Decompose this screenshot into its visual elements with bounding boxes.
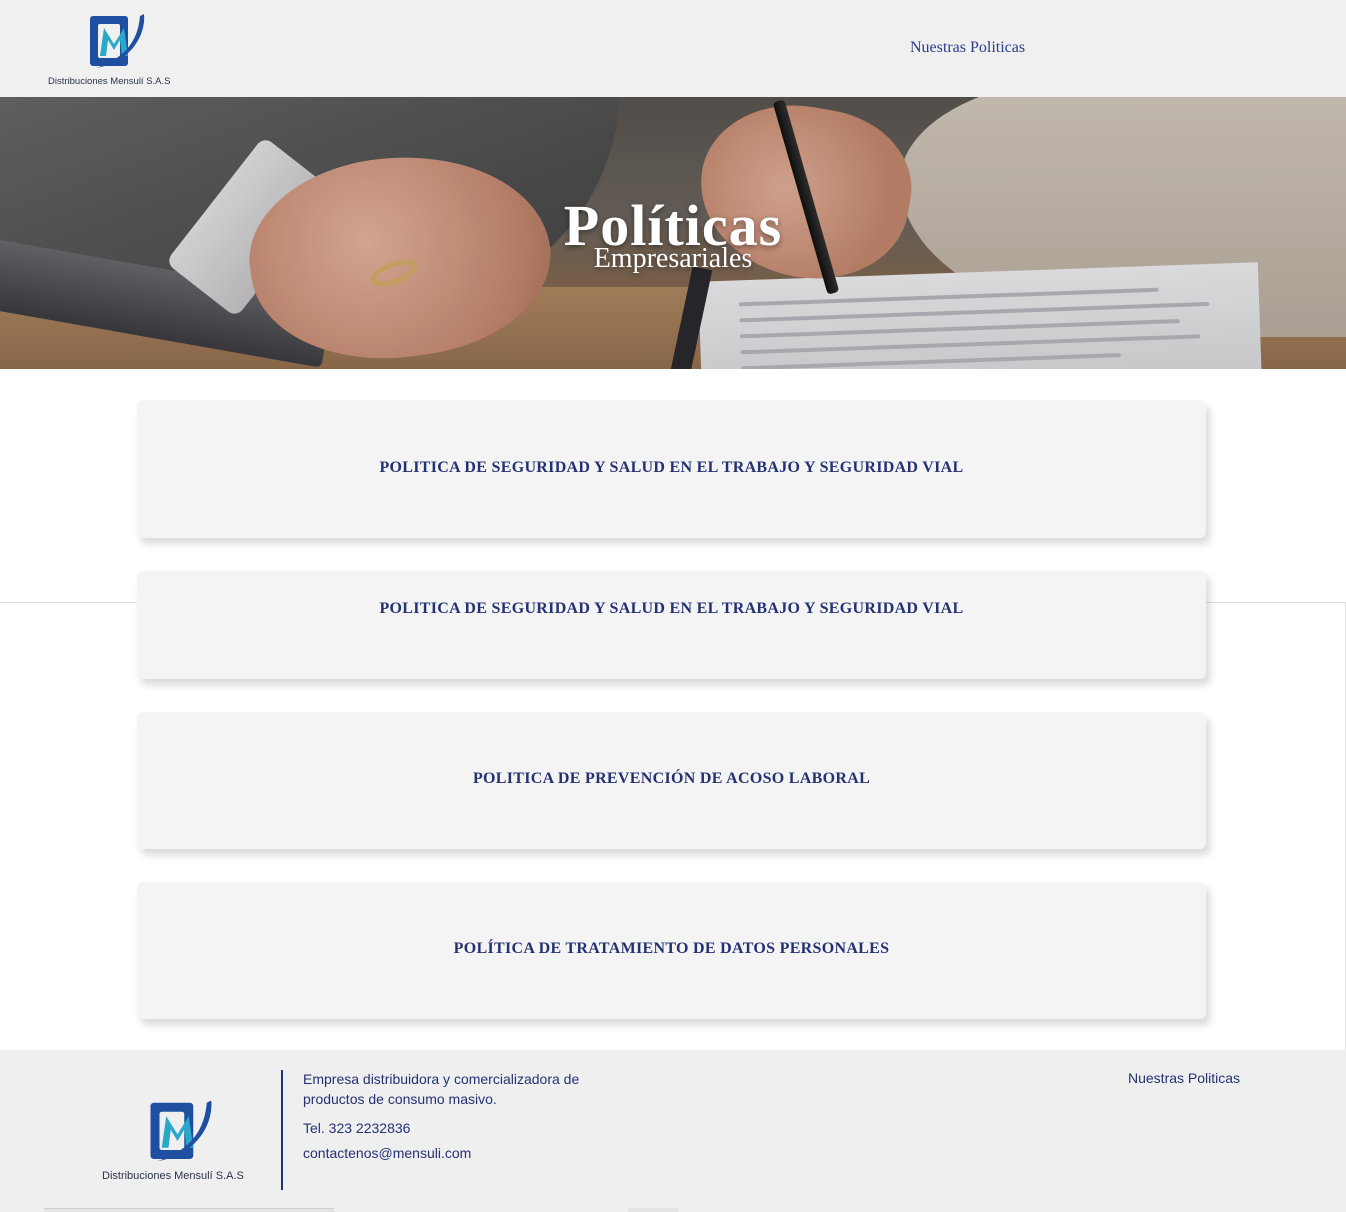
policy-card-sst-vial-2[interactable]: POLITICA DE SEGURIDAD Y SALUD EN EL TRAB… (137, 571, 1206, 679)
site-footer: Distribuciones Mensulí S.A.S Empresa dis… (0, 1050, 1346, 1212)
scrollbar-segment (628, 1208, 678, 1212)
footer-description: Empresa distribuidora y comercializadora… (303, 1069, 579, 1109)
footer-logo[interactable]: Distribuciones Mensulí S.A.S (100, 1096, 260, 1191)
policy-card-label: POLITICA DE SEGURIDAD Y SALUD EN EL TRAB… (379, 459, 964, 476)
hero-banner: Políticas Empresariales (0, 97, 1346, 369)
policy-card-acoso-laboral[interactable]: POLITICA DE PREVENCIÓN DE ACOSO LABORAL (137, 712, 1206, 849)
footer-nav-link-politicas[interactable]: Nuestras Politicas (1128, 1070, 1240, 1086)
footer-description-line1: Empresa distribuidora y comercializadora… (303, 1071, 580, 1087)
policy-card-label: POLITICA DE SEGURIDAD Y SALUD EN EL TRAB… (379, 600, 964, 617)
dm-logo-icon (90, 14, 145, 68)
footer-phone: Tel. 323 2232836 (303, 1120, 411, 1136)
footer-description-line2: productos de consumo masivo. (303, 1091, 497, 1107)
horizontal-scrollbar[interactable] (44, 1208, 334, 1212)
footer-logo-text: Distribuciones Mensulí S.A.S (102, 1170, 244, 1182)
dm-logo-icon (150, 1100, 212, 1162)
policy-card-label: POLITICA DE PREVENCIÓN DE ACOSO LABORAL (472, 770, 871, 787)
footer-email-link[interactable]: contactenos@mensuli.com (303, 1143, 471, 1163)
policy-card-sst-vial[interactable]: POLITICA DE SEGURIDAD Y SALUD EN EL TRAB… (137, 400, 1206, 538)
site-header: Distribuciones Mensulí S.A.S Nuestras Po… (0, 0, 1346, 97)
footer-divider (281, 1070, 283, 1190)
policy-card-label: POLÍTICA DE TRATAMIENTO DE DATOS PERSONA… (453, 940, 890, 957)
header-logo[interactable]: Distribuciones Mensulí S.A.S (48, 10, 188, 90)
hero-subtitle: Empresariales (593, 243, 753, 274)
nav-link-politicas[interactable]: Nuestras Politicas (910, 39, 1025, 57)
policy-card-datos-personales[interactable]: POLÍTICA DE TRATAMIENTO DE DATOS PERSONA… (137, 882, 1206, 1019)
header-logo-text: Distribuciones Mensulí S.A.S (48, 76, 171, 87)
